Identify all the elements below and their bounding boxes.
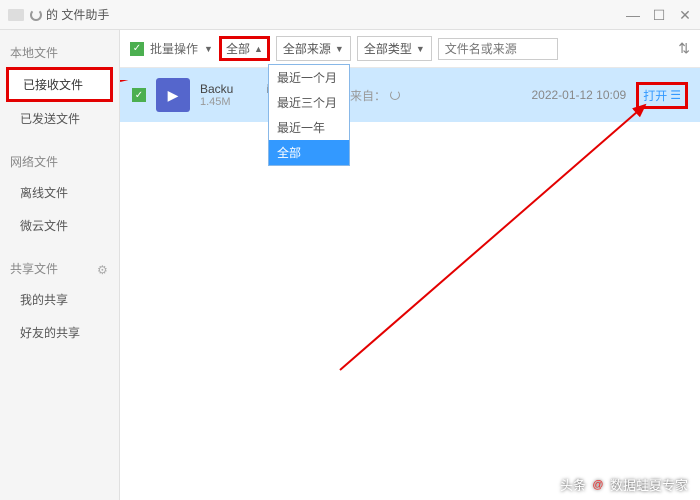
- sidebar-section-local: 本地文件: [0, 38, 119, 67]
- sidebar-item-received[interactable]: 已接收文件: [9, 70, 110, 99]
- at-icon: @: [590, 477, 606, 493]
- file-thumbnail-icon: ▶: [156, 78, 190, 112]
- open-button[interactable]: 打开 ☰: [636, 82, 688, 109]
- select-all-checkbox[interactable]: ✓: [130, 42, 144, 56]
- toolbar: ✓ 批量操作 ▼ 全部▲ 全部来源▼ 全部类型▼ ⇅ 最近一个月 最近三个月 最…: [120, 30, 700, 68]
- chevron-down-icon: ▼: [335, 44, 344, 54]
- menu-icon[interactable]: ☰: [670, 88, 681, 102]
- sidebar-item-sent[interactable]: 已发送文件: [0, 102, 119, 135]
- sidebar: 本地文件 已接收文件 已发送文件 网络文件 离线文件 微云文件 共享文件 ⚙ 我…: [0, 30, 120, 500]
- window-title: 的 文件助手: [46, 6, 626, 23]
- gear-icon[interactable]: ⚙: [97, 263, 109, 275]
- file-row[interactable]: ✓ ▶ Backu it 1.45M 来自： 2022-01-12 10:09 …: [120, 68, 700, 122]
- filter-time-dropdown[interactable]: 全部▲: [219, 36, 270, 61]
- file-date: 2022-01-12 10:09: [531, 88, 626, 102]
- filter-type-dropdown[interactable]: 全部类型▼: [357, 36, 432, 61]
- filter-source-dropdown[interactable]: 全部来源▼: [276, 36, 351, 61]
- window-controls: — ☐ ✕: [626, 8, 692, 22]
- maximize-button[interactable]: ☐: [652, 8, 666, 22]
- search-input[interactable]: [438, 38, 558, 60]
- chevron-down-icon: ▼: [416, 44, 425, 54]
- folder-icon: [8, 9, 24, 21]
- menu-item-1year[interactable]: 最近一年: [269, 115, 349, 140]
- highlight-received: 已接收文件: [6, 67, 113, 102]
- minimize-button[interactable]: —: [626, 8, 640, 22]
- time-filter-menu: 最近一个月 最近三个月 最近一年 全部: [268, 64, 350, 166]
- watermark: 头条 @ 数据蛙夏专家: [560, 475, 688, 494]
- menu-item-1month[interactable]: 最近一个月: [269, 65, 349, 90]
- titlebar: 的 文件助手 — ☐ ✕: [0, 0, 700, 30]
- sidebar-item-myshare[interactable]: 我的共享: [0, 283, 119, 316]
- content-area: ✓ 批量操作 ▼ 全部▲ 全部来源▼ 全部类型▼ ⇅ 最近一个月 最近三个月 最…: [120, 30, 700, 500]
- menu-item-all[interactable]: 全部: [269, 140, 349, 165]
- file-source: 来自：: [350, 87, 521, 104]
- close-button[interactable]: ✕: [678, 8, 692, 22]
- chevron-down-icon: ▲: [254, 44, 263, 54]
- sidebar-section-network: 网络文件: [0, 147, 119, 176]
- loading-icon: [390, 90, 400, 100]
- menu-item-3month[interactable]: 最近三个月: [269, 90, 349, 115]
- sort-button[interactable]: ⇅: [678, 40, 690, 57]
- chevron-down-icon[interactable]: ▼: [204, 44, 213, 54]
- sidebar-item-offline[interactable]: 离线文件: [0, 176, 119, 209]
- loading-icon: [30, 9, 42, 21]
- file-checkbox[interactable]: ✓: [132, 88, 146, 102]
- file-list: ✓ ▶ Backu it 1.45M 来自： 2022-01-12 10:09 …: [120, 68, 700, 500]
- sidebar-section-share: 共享文件 ⚙: [0, 254, 119, 283]
- batch-label: 批量操作: [150, 40, 198, 57]
- sidebar-item-friendshare[interactable]: 好友的共享: [0, 316, 119, 349]
- sidebar-item-cloud[interactable]: 微云文件: [0, 209, 119, 242]
